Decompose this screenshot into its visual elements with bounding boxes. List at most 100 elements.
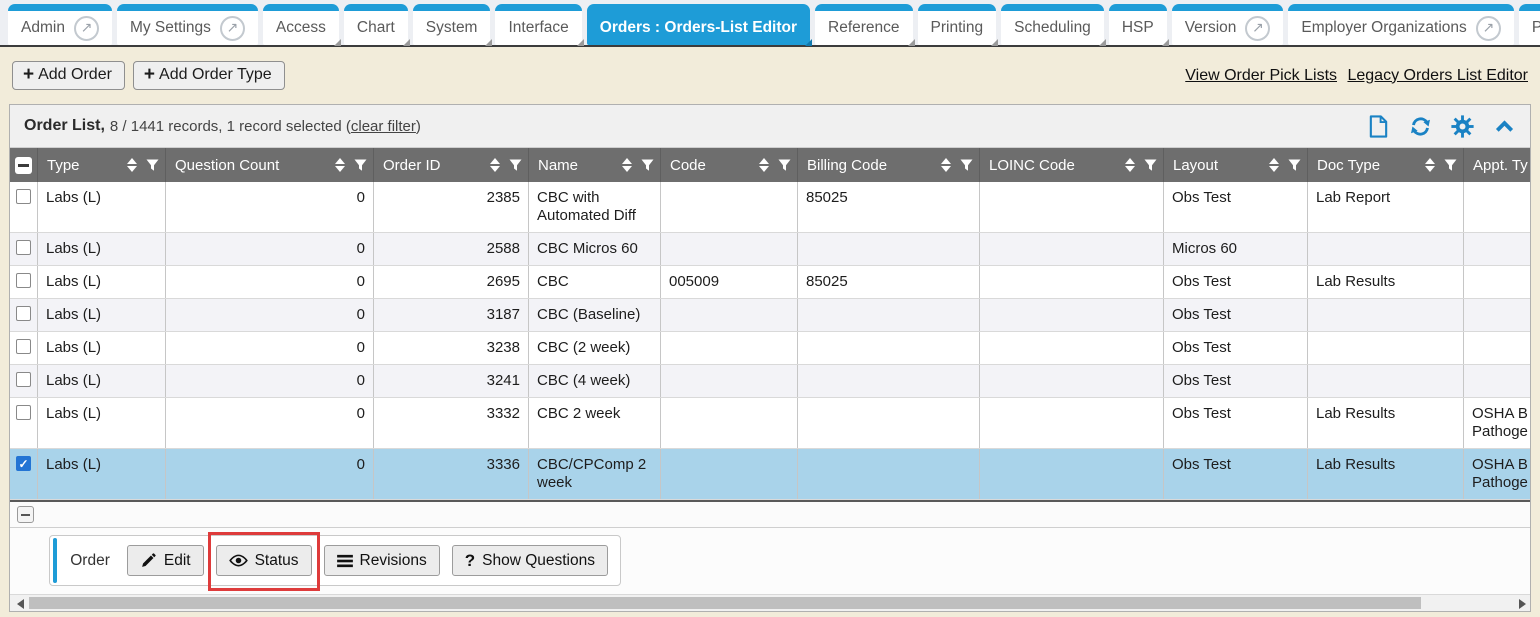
plus-icon: +: [144, 68, 155, 82]
sort-icon[interactable]: [127, 158, 137, 172]
row-checkbox[interactable]: [16, 273, 31, 288]
sort-icon[interactable]: [335, 158, 345, 172]
column-header-order-id[interactable]: Order ID: [374, 148, 529, 182]
external-link-icon[interactable]: ↗: [220, 16, 245, 41]
filter-icon[interactable]: [1444, 159, 1457, 172]
sort-icon[interactable]: [759, 158, 769, 172]
table-cell: [1464, 299, 1530, 331]
tab-orders-orders-list-editor[interactable]: Orders : Orders-List Editor: [587, 4, 810, 45]
sort-icon[interactable]: [490, 158, 500, 172]
horizontal-scrollbar[interactable]: [10, 594, 1530, 611]
table-row[interactable]: ✓Labs (L)03336CBC/CPComp 2 weekObs TestL…: [10, 449, 1530, 500]
table-cell: CBC with Automated Diff: [529, 182, 661, 232]
table-row[interactable]: Labs (L)02385CBC with Automated Diff8502…: [10, 182, 1530, 233]
tab-chart[interactable]: Chart: [344, 4, 408, 45]
filter-icon[interactable]: [146, 159, 159, 172]
new-document-icon[interactable]: [1367, 115, 1390, 138]
filter-icon[interactable]: [778, 159, 791, 172]
table-cell: [798, 365, 980, 397]
external-link-icon[interactable]: ↗: [1476, 16, 1501, 41]
row-checkbox[interactable]: [16, 306, 31, 321]
filter-icon[interactable]: [641, 159, 654, 172]
table-cell: 85025: [798, 182, 980, 232]
scrollbar-thumb[interactable]: [29, 597, 1421, 609]
select-all-checkbox[interactable]: [10, 148, 38, 182]
row-checkbox[interactable]: [16, 372, 31, 387]
table-cell: 3187: [374, 299, 529, 331]
sort-icon[interactable]: [622, 158, 632, 172]
status-button-wrap: Status: [216, 545, 312, 576]
column-header-layout[interactable]: Layout: [1164, 148, 1308, 182]
filter-icon[interactable]: [1144, 159, 1157, 172]
sort-icon[interactable]: [1269, 158, 1279, 172]
table-row[interactable]: Labs (L)03187CBC (Baseline)Obs Test: [10, 299, 1530, 332]
collapse-panel-icon[interactable]: [1493, 115, 1516, 138]
add-order-type-label: Add Order Type: [159, 66, 272, 84]
filter-icon[interactable]: [960, 159, 973, 172]
table-cell: [798, 449, 980, 499]
column-label: Doc Type: [1317, 157, 1421, 174]
table-cell: Obs Test: [1164, 398, 1308, 448]
add-order-type-button[interactable]: + Add Order Type: [133, 61, 285, 90]
table-cell: Obs Test: [1164, 266, 1308, 298]
column-header-loinc-code[interactable]: LOINC Code: [980, 148, 1164, 182]
tab-hsp[interactable]: HSP: [1109, 4, 1167, 45]
column-header-billing-code[interactable]: Billing Code: [798, 148, 980, 182]
tab-reference[interactable]: Reference: [815, 4, 913, 45]
sort-icon[interactable]: [941, 158, 951, 172]
external-link-icon[interactable]: ↗: [1245, 16, 1270, 41]
table-cell: Labs (L): [38, 449, 166, 499]
table-cell: [980, 332, 1164, 364]
column-header-code[interactable]: Code: [661, 148, 798, 182]
column-header-type[interactable]: Type: [38, 148, 166, 182]
tab-employer-organizations[interactable]: Employer Organizations↗: [1288, 4, 1513, 45]
tab-scheduling[interactable]: Scheduling: [1001, 4, 1104, 45]
row-checkbox[interactable]: [16, 339, 31, 354]
row-checkbox[interactable]: [16, 240, 31, 255]
legacy-orders-list-editor-link[interactable]: Legacy Orders List Editor: [1347, 67, 1528, 84]
indeterminate-checkbox-icon[interactable]: [15, 157, 32, 174]
table-row[interactable]: Labs (L)02588CBC Micros 60Micros 60: [10, 233, 1530, 266]
table-cell: [661, 449, 798, 499]
column-header-appt-ty[interactable]: Appt. Ty: [1464, 148, 1530, 182]
column-header-name[interactable]: Name: [529, 148, 661, 182]
tab-interface[interactable]: Interface: [495, 4, 581, 45]
table-row[interactable]: Labs (L)03332CBC 2 weekObs TestLab Resul…: [10, 398, 1530, 449]
column-header-question-count[interactable]: Question Count: [166, 148, 374, 182]
table-row[interactable]: Labs (L)03238CBC (2 week)Obs Test: [10, 332, 1530, 365]
tab-version[interactable]: Version↗: [1172, 4, 1284, 45]
tab-my-settings[interactable]: My Settings↗: [117, 4, 258, 45]
clear-filter-link[interactable]: clear filter: [351, 118, 416, 135]
table-row[interactable]: Labs (L)03241CBC (4 week)Obs Test: [10, 365, 1530, 398]
table-row[interactable]: Labs (L)02695CBC00500985025Obs TestLab R…: [10, 266, 1530, 299]
status-button[interactable]: Status: [216, 545, 312, 576]
scroll-left-icon[interactable]: [17, 599, 24, 609]
sort-icon[interactable]: [1425, 158, 1435, 172]
tab-access[interactable]: Access: [263, 4, 339, 45]
sort-icon[interactable]: [1125, 158, 1135, 172]
filter-icon[interactable]: [509, 159, 522, 172]
edit-button[interactable]: Edit: [127, 545, 204, 576]
external-link-icon[interactable]: ↗: [74, 16, 99, 41]
row-checkbox[interactable]: [16, 405, 31, 420]
collapse-detail-icon[interactable]: [17, 506, 34, 523]
refresh-icon[interactable]: [1409, 115, 1432, 138]
filter-icon[interactable]: [354, 159, 367, 172]
toolbar-links: View Order Pick Lists Legacy Orders List…: [1179, 67, 1528, 85]
filter-icon[interactable]: [1288, 159, 1301, 172]
eye-icon: [229, 553, 248, 568]
table-cell: [980, 182, 1164, 232]
column-header-doc-type[interactable]: Doc Type: [1308, 148, 1464, 182]
gear-icon[interactable]: [1451, 115, 1474, 138]
tab-admin[interactable]: Admin↗: [8, 4, 112, 45]
tab-system[interactable]: System: [413, 4, 491, 45]
tab-printing[interactable]: Printing: [918, 4, 997, 45]
view-order-pick-lists-link[interactable]: View Order Pick Lists: [1185, 67, 1337, 84]
row-checkbox[interactable]: [16, 189, 31, 204]
row-checkbox[interactable]: ✓: [16, 456, 31, 471]
scroll-right-icon[interactable]: [1519, 599, 1526, 609]
revisions-button[interactable]: Revisions: [324, 545, 440, 576]
tab-provider-management[interactable]: Provider Management↗: [1519, 4, 1540, 45]
add-order-button[interactable]: + Add Order: [12, 61, 125, 90]
show-questions-button[interactable]: ?Show Questions: [452, 545, 608, 576]
